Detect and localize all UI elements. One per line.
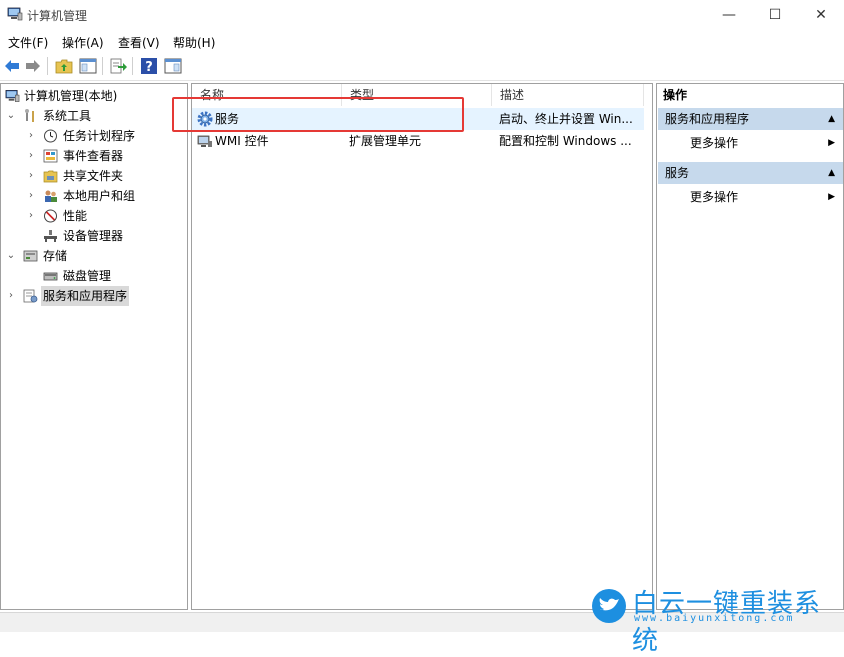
- services-apps-icon: [23, 289, 38, 303]
- chevron-right-icon[interactable]: ›: [26, 206, 36, 226]
- tree-label: 事件查看器: [63, 149, 124, 163]
- show-action-pane-icon[interactable]: [164, 57, 182, 75]
- window-title: 计算机管理: [27, 9, 88, 23]
- bird-logo-icon: [592, 589, 626, 623]
- action-section-services[interactable]: 服务 ▲: [658, 162, 843, 184]
- cell-description: 配置和控制 Windows ...: [499, 134, 632, 148]
- tree-label: 磁盘管理: [63, 269, 112, 283]
- action-section-services-apps[interactable]: 服务和应用程序 ▲: [658, 108, 843, 130]
- tree-label: 系统工具: [43, 109, 92, 123]
- storage-icon: [23, 250, 38, 262]
- chevron-right-icon[interactable]: ›: [26, 166, 36, 186]
- users-icon: [45, 190, 57, 202]
- actions-title: 操作: [663, 88, 688, 102]
- submenu-triangle-icon: ▶: [828, 138, 835, 148]
- actions-pane: 操作 服务和应用程序 ▲ 更多操作 ▶ 服务 ▲ 更多操作 ▶: [656, 83, 844, 610]
- highlight-annotation: [172, 97, 464, 132]
- up-folder-icon[interactable]: [55, 57, 73, 75]
- section-label: 服务: [665, 166, 690, 180]
- chevron-right-icon[interactable]: ›: [26, 146, 36, 166]
- tree-label: 性能: [63, 209, 88, 223]
- action-more-actions[interactable]: 更多操作 ▶: [658, 186, 843, 208]
- clock-icon: [44, 129, 57, 143]
- performance-icon: [44, 209, 57, 223]
- computer-management-icon: [7, 7, 23, 21]
- menu-file[interactable]: 文件(F): [8, 34, 48, 51]
- chevron-right-icon[interactable]: ›: [26, 186, 36, 206]
- computer-management-icon: [5, 90, 20, 102]
- tree-label: 设备管理器: [63, 229, 124, 243]
- console-tree: 计算机管理(本地) ⌄ 系统工具 › 任务计划程序 › 事件查看器 › 共享文件…: [0, 83, 188, 610]
- tree-label: 存储: [43, 249, 68, 263]
- action-label: 更多操作: [690, 190, 739, 204]
- chevron-down-icon[interactable]: ⌄: [6, 246, 16, 266]
- toolbar: ?: [0, 52, 844, 81]
- tree-label: 共享文件夹: [63, 169, 124, 183]
- export-list-icon[interactable]: [109, 57, 127, 75]
- show-hide-tree-icon[interactable]: [79, 57, 97, 75]
- event-viewer-icon: [43, 149, 58, 163]
- list-item-wmi-control[interactable]: WMI 控件 扩展管理单元 配置和控制 Windows ...: [192, 130, 644, 152]
- back-arrow-icon[interactable]: [3, 57, 21, 75]
- device-manager-icon: [44, 230, 57, 242]
- collapse-triangle-icon[interactable]: ▲: [828, 162, 835, 184]
- disk-icon: [43, 272, 58, 281]
- help-icon[interactable]: ?: [140, 57, 158, 75]
- menu-bar: 文件(F) 操作(A) 查看(V) 帮助(H): [0, 30, 844, 52]
- tools-icon: [25, 109, 34, 122]
- toolbar-separator: [132, 57, 133, 75]
- maximize-button[interactable]: ☐: [752, 0, 798, 30]
- tree-label: 服务和应用程序: [41, 286, 130, 306]
- menu-action[interactable]: 操作(A): [62, 34, 104, 51]
- chevron-down-icon[interactable]: ⌄: [6, 106, 16, 126]
- toolbar-separator: [47, 57, 48, 75]
- chevron-right-icon[interactable]: ›: [26, 126, 36, 146]
- watermark-url: www.baiyunxitong.com: [634, 613, 795, 624]
- submenu-triangle-icon: ▶: [828, 192, 835, 202]
- watermark: 白云一键重装系统 www.baiyunxitong.com: [588, 585, 844, 656]
- tree-label: 本地用户和组: [63, 189, 136, 203]
- toolbar-separator: [102, 57, 103, 75]
- title-bar: 计算机管理 — ☐ ✕: [0, 0, 844, 30]
- tree-label: 计算机管理(本地): [24, 89, 118, 103]
- action-label: 更多操作: [690, 136, 739, 150]
- section-label: 服务和应用程序: [665, 112, 750, 126]
- cell-name: WMI 控件: [215, 134, 269, 148]
- svg-text:?: ?: [145, 60, 153, 75]
- shared-folder-icon: [43, 170, 58, 183]
- menu-help[interactable]: 帮助(H): [173, 34, 215, 51]
- minimize-button[interactable]: —: [706, 0, 752, 30]
- chevron-right-icon[interactable]: ›: [6, 286, 16, 306]
- cell-type: 扩展管理单元: [349, 134, 422, 148]
- close-button[interactable]: ✕: [798, 0, 844, 30]
- cell-description: 启动、终止并设置 Win...: [499, 112, 633, 126]
- action-more-actions[interactable]: 更多操作 ▶: [658, 132, 843, 154]
- collapse-triangle-icon[interactable]: ▲: [828, 108, 835, 130]
- forward-arrow-icon[interactable]: [24, 57, 42, 75]
- tree-label: 任务计划程序: [63, 129, 136, 143]
- menu-view[interactable]: 查看(V): [118, 34, 160, 51]
- column-header-description[interactable]: 描述: [492, 84, 644, 106]
- wmi-control-icon: [197, 135, 212, 147]
- result-list: 名称 类型 描述 服务 启动、终止并设置 Win... WMI 控件 扩展管理单…: [191, 83, 653, 610]
